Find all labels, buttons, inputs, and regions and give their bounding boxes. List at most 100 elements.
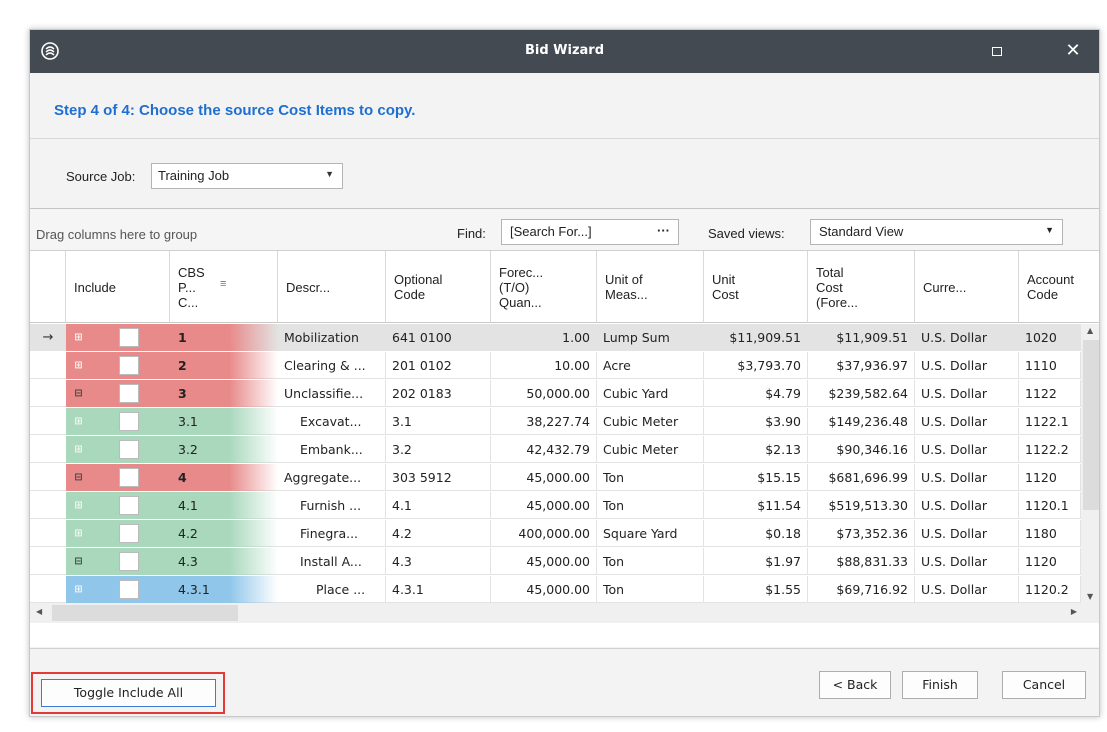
table-row[interactable]: ⊞ 4.3.1 Place ... 4.3.1 45,000.00 Ton $1.55 $69… bbox=[30, 576, 1081, 603]
qty-cell: 45,000.00 bbox=[491, 576, 597, 603]
table-row[interactable]: → ⊞ 1 Mobilization 641 0100 1.00 Lump Sum $11,9… bbox=[30, 324, 1081, 351]
cancel-button[interactable]: Cancel bbox=[1002, 671, 1086, 699]
row-indicator bbox=[30, 408, 66, 435]
uom-cell: Lump Sum bbox=[597, 324, 704, 351]
scroll-thumb[interactable] bbox=[1083, 340, 1099, 510]
table-row[interactable]: ⊟ 3 Unclassifie... 202 0183 50,000.00 Cubic Y… bbox=[30, 380, 1081, 407]
desc-cell: Mobilization bbox=[278, 324, 386, 351]
table-row[interactable]: ⊟ 4 Aggregate... 303 5912 45,000.00 Ton $15.15… bbox=[30, 464, 1081, 491]
header-total-cost[interactable]: Total Cost (Fore... bbox=[808, 251, 915, 323]
include-cell: ⊞ bbox=[66, 324, 170, 351]
header-cbs[interactable]: CBS P... C... ≡ bbox=[170, 251, 278, 323]
sort-ascending-icon: ≡ bbox=[220, 278, 227, 290]
include-checkbox[interactable] bbox=[119, 356, 139, 375]
unit-cost-cell: $11.54 bbox=[704, 492, 808, 519]
include-cell: ⊞ bbox=[66, 436, 170, 463]
header-forecast-quantity[interactable]: Forec... (T/O) Quan... bbox=[491, 251, 597, 323]
include-checkbox[interactable] bbox=[119, 580, 139, 599]
account-cell: 1122.2 bbox=[1019, 436, 1081, 463]
expand-icon[interactable]: ⊞ bbox=[73, 360, 84, 371]
header-currency[interactable]: Curre... bbox=[915, 251, 1019, 323]
maximize-icon[interactable] bbox=[982, 42, 1012, 62]
unit-cost-cell: $0.18 bbox=[704, 520, 808, 547]
desc-cell: Excavat... bbox=[278, 408, 386, 435]
table-row[interactable]: ⊟ 4.3 Install A... 4.3 45,000.00 Ton $1.97 $88,… bbox=[30, 548, 1081, 575]
include-cell: ⊟ bbox=[66, 464, 170, 491]
collapse-icon[interactable]: ⊟ bbox=[73, 472, 84, 483]
header-unit-cost[interactable]: Unit Cost bbox=[704, 251, 808, 323]
scroll-right-icon[interactable]: ▶ bbox=[1071, 607, 1077, 616]
close-icon[interactable]: ✕ bbox=[1058, 38, 1088, 64]
group-drop-area[interactable]: Drag columns here to group bbox=[36, 227, 197, 242]
toggle-include-all-button[interactable]: Toggle Include All bbox=[41, 679, 216, 707]
include-checkbox[interactable] bbox=[119, 552, 139, 571]
uom-cell: Ton bbox=[597, 548, 704, 575]
table-row[interactable]: ⊞ 4.1 Furnish ... 4.1 45,000.00 Ton $11.54 $519… bbox=[30, 492, 1081, 519]
bid-wizard-dialog: Bid Wizard ✕ Step 4 of 4: Choose the sou… bbox=[29, 29, 1100, 717]
scroll-up-icon[interactable]: ▲ bbox=[1087, 326, 1093, 335]
include-checkbox[interactable] bbox=[119, 440, 139, 459]
account-cell: 1120 bbox=[1019, 548, 1081, 575]
total-cell: $149,236.48 bbox=[808, 408, 915, 435]
uom-cell: Ton bbox=[597, 464, 704, 491]
collapse-icon[interactable]: ⊟ bbox=[73, 388, 84, 399]
header-unit-of-measure[interactable]: Unit of Meas... bbox=[597, 251, 704, 323]
find-input[interactable]: [Search For...] ··· bbox=[501, 219, 679, 245]
window-title: Bid Wizard bbox=[524, 43, 605, 58]
include-checkbox[interactable] bbox=[119, 496, 139, 515]
uom-cell: Acre bbox=[597, 352, 704, 379]
qty-cell: 45,000.00 bbox=[491, 464, 597, 491]
currency-cell: U.S. Dollar bbox=[915, 576, 1019, 603]
include-checkbox[interactable] bbox=[119, 328, 139, 347]
cbs-position-cell: 4.3.1 bbox=[170, 576, 278, 603]
header-optional-code[interactable]: Optional Code bbox=[386, 251, 491, 323]
expand-icon[interactable]: ⊞ bbox=[73, 416, 84, 427]
vertical-scrollbar[interactable]: ▲ ▼ bbox=[1081, 324, 1099, 603]
table-row[interactable]: ⊞ 3.1 Excavat... 3.1 38,227.74 Cubic Meter $3.… bbox=[30, 408, 1081, 435]
header-include[interactable]: Include bbox=[66, 251, 170, 323]
expand-icon[interactable]: ⊞ bbox=[73, 444, 84, 455]
row-indicator bbox=[30, 464, 66, 491]
table-row[interactable]: ⊞ 4.2 Finegra... 4.2 400,000.00 Square Yard $0… bbox=[30, 520, 1081, 547]
opt-cell: 4.2 bbox=[386, 520, 491, 547]
include-checkbox[interactable] bbox=[119, 384, 139, 403]
expand-icon[interactable]: ⊞ bbox=[73, 500, 84, 511]
source-job-select[interactable]: Training Job ▼ bbox=[151, 163, 343, 189]
include-checkbox[interactable] bbox=[119, 524, 139, 543]
scroll-left-icon[interactable]: ◀ bbox=[36, 607, 42, 616]
finish-button[interactable]: Finish bbox=[902, 671, 978, 699]
row-indicator bbox=[30, 548, 66, 575]
horizontal-scrollbar[interactable]: ◀ ▶ bbox=[30, 603, 1099, 623]
total-cell: $239,582.64 bbox=[808, 380, 915, 407]
saved-views-select[interactable]: Standard View ▼ bbox=[810, 219, 1063, 245]
source-job-label: Source Job: bbox=[66, 169, 136, 184]
find-label: Find: bbox=[457, 226, 486, 241]
find-options-button[interactable]: ··· bbox=[657, 223, 670, 238]
table-row[interactable]: ⊞ 3.2 Embank... 3.2 42,432.79 Cubic Meter $2.1… bbox=[30, 436, 1081, 463]
include-checkbox[interactable] bbox=[119, 468, 139, 487]
total-cell: $69,716.92 bbox=[808, 576, 915, 603]
expand-icon[interactable]: ⊞ bbox=[73, 332, 84, 343]
expand-icon[interactable]: ⊞ bbox=[73, 584, 84, 595]
include-cell: ⊟ bbox=[66, 548, 170, 575]
desc-cell: Place ... bbox=[278, 576, 386, 603]
opt-cell: 4.1 bbox=[386, 492, 491, 519]
desc-cell: Furnish ... bbox=[278, 492, 386, 519]
table-row[interactable]: ⊞ 2 Clearing & ... 201 0102 10.00 Acre $3,793.… bbox=[30, 352, 1081, 379]
cbs-position-cell: 4 bbox=[170, 464, 278, 491]
row-indicator bbox=[30, 380, 66, 407]
collapse-icon[interactable]: ⊟ bbox=[73, 556, 84, 567]
scroll-down-icon[interactable]: ▼ bbox=[1087, 592, 1093, 601]
unit-cost-cell: $11,909.51 bbox=[704, 324, 808, 351]
uom-cell: Cubic Meter bbox=[597, 408, 704, 435]
currency-cell: U.S. Dollar bbox=[915, 464, 1019, 491]
header-account-code[interactable]: Account Code bbox=[1019, 251, 1099, 323]
back-button[interactable]: < Back bbox=[819, 671, 891, 699]
scroll-thumb[interactable] bbox=[52, 605, 238, 621]
cbs-position-cell: 4.2 bbox=[170, 520, 278, 547]
header-description[interactable]: Descr... bbox=[278, 251, 386, 323]
unit-cost-cell: $3,793.70 bbox=[704, 352, 808, 379]
include-checkbox[interactable] bbox=[119, 412, 139, 431]
expand-icon[interactable]: ⊞ bbox=[73, 528, 84, 539]
desc-cell: Unclassifie... bbox=[278, 380, 386, 407]
